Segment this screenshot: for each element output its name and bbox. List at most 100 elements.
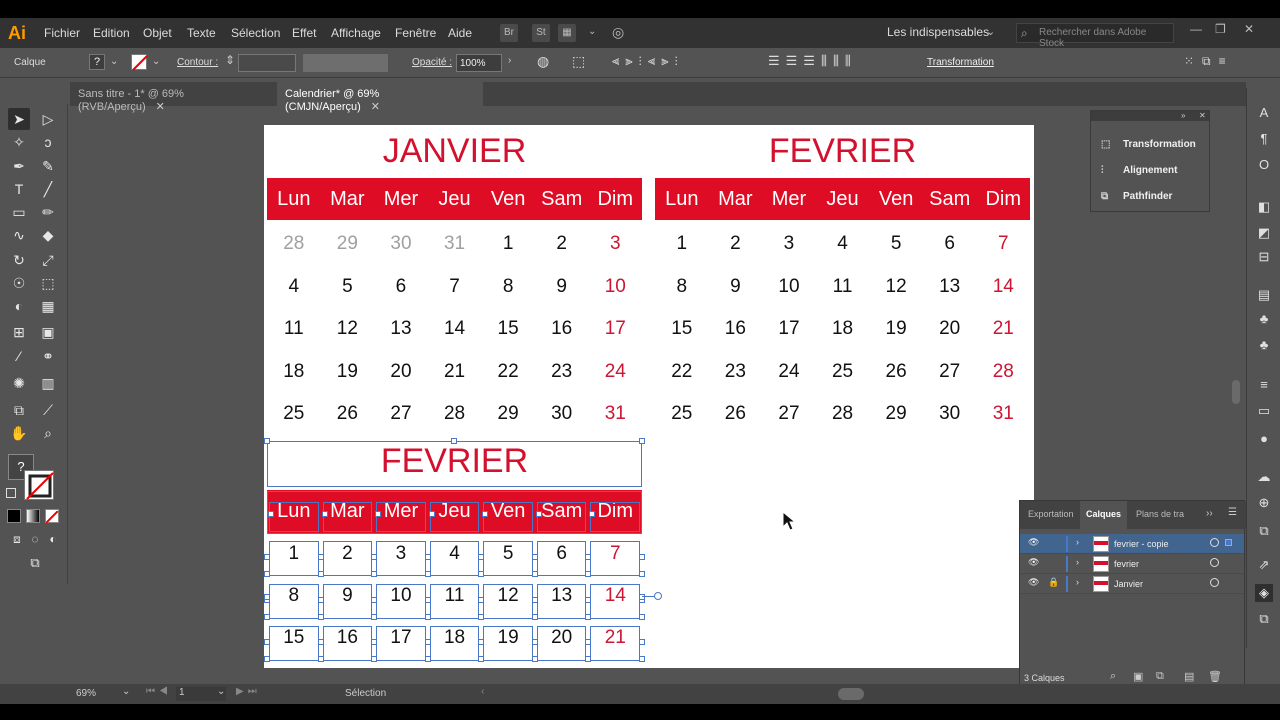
- tab-calques[interactable]: Calques: [1080, 501, 1128, 529]
- restore-button[interactable]: ❐: [1215, 22, 1226, 36]
- export-icon[interactable]: ⇗: [1255, 556, 1273, 574]
- stroke-color-swatch[interactable]: [24, 470, 54, 500]
- perspective-grid-icon[interactable]: ▦: [37, 295, 59, 317]
- free-transform-icon[interactable]: ⬚: [37, 272, 59, 294]
- close-window-button[interactable]: ✕: [1244, 22, 1254, 36]
- menu-effet[interactable]: Effet: [292, 26, 316, 40]
- none-mode-icon[interactable]: [45, 509, 59, 524]
- hand-tool-icon[interactable]: ✋: [8, 422, 30, 444]
- gpu-icon[interactable]: ◎: [612, 24, 624, 41]
- new-sublayer-icon[interactable]: ⧉: [1156, 670, 1164, 683]
- menu-objet[interactable]: Objet: [143, 26, 172, 40]
- stroke-swatch[interactable]: [131, 54, 148, 71]
- curvature-tool-icon[interactable]: ✎: [37, 155, 59, 177]
- distribute-icons[interactable]: ☰☰☰⫼⫼⫼: [768, 53, 857, 69]
- swatches-icon[interactable]: ⊟: [1255, 248, 1273, 266]
- contour-label[interactable]: Contour :: [177, 57, 218, 68]
- delete-layer-icon[interactable]: 🗑: [1208, 670, 1222, 683]
- opentype-icon[interactable]: O: [1255, 156, 1273, 174]
- rotation-handle[interactable]: [654, 592, 662, 600]
- lock-icon[interactable]: 🔒: [1048, 577, 1059, 588]
- visibility-eye-icon[interactable]: 👁: [1028, 557, 1039, 568]
- stroke-weight-field[interactable]: [238, 54, 296, 72]
- warp-tool-icon[interactable]: ☉: [8, 272, 30, 294]
- shape-builder-icon[interactable]: ◐: [8, 295, 30, 317]
- tab-calendrier[interactable]: Calendrier* @ 69% (CMJN/Aperçu) ✕: [277, 82, 483, 113]
- menu-edition[interactable]: Edition: [93, 26, 130, 40]
- gradient-panel-icon[interactable]: ◩: [1255, 224, 1273, 242]
- mesh-tool-icon[interactable]: ⊞: [8, 321, 30, 343]
- gradient-tool-icon[interactable]: ▣: [37, 321, 59, 343]
- visibility-eye-icon[interactable]: 👁: [1028, 577, 1039, 588]
- slice-tool-icon[interactable]: ⟋: [37, 399, 59, 421]
- status-arrow-icon[interactable]: ‹: [481, 686, 484, 697]
- chevron-down-icon[interactable]: ⌄: [588, 26, 596, 37]
- eraser-icon[interactable]: ◆: [37, 224, 59, 246]
- artboard-nav-next-icon[interactable]: ▶⏭: [236, 686, 261, 697]
- menu-selection[interactable]: Sélection: [231, 26, 280, 40]
- paintbrush-icon[interactable]: ✏: [37, 201, 59, 223]
- color-mode-icon[interactable]: [7, 509, 21, 523]
- rectangle-tool-icon[interactable]: ▭: [8, 201, 30, 223]
- select-similar-icon[interactable]: ⬚: [572, 53, 585, 70]
- transform-link[interactable]: Transformation: [927, 57, 994, 68]
- draw-inside-icon[interactable]: ◐: [42, 528, 64, 550]
- artboard-chevron-icon[interactable]: ⌄: [217, 686, 225, 697]
- layer-row[interactable]: 👁 › fevrier: [1020, 554, 1244, 574]
- new-layer-icon[interactable]: ▤: [1184, 670, 1194, 683]
- stroke-panel-icon[interactable]: ≡: [1255, 376, 1273, 394]
- clipping-mask-icon[interactable]: ▣: [1133, 670, 1143, 683]
- shaper-tool-icon[interactable]: ∿: [8, 224, 30, 246]
- opacity-arrow-icon[interactable]: ›: [508, 55, 511, 66]
- target-circle-icon[interactable]: [1210, 578, 1219, 587]
- stock-search-input[interactable]: ⌕ Rechercher dans Adobe Stock: [1016, 23, 1174, 49]
- workspace-switcher[interactable]: Les indispensables: [887, 25, 989, 39]
- default-colors-icon[interactable]: [6, 488, 16, 498]
- panel-item-pathfinder[interactable]: ⧉ Pathfinder: [1101, 191, 1172, 202]
- type-tool-icon[interactable]: T: [8, 178, 30, 200]
- eyedropper-icon[interactable]: ⁄: [8, 345, 30, 367]
- close-icon[interactable]: ✕: [156, 101, 165, 113]
- selection-tool-icon[interactable]: ➤: [8, 108, 30, 130]
- target-circle-icon[interactable]: [1210, 558, 1219, 567]
- variable-width-profile[interactable]: [303, 54, 388, 72]
- links-icon[interactable]: ⧉: [1255, 522, 1273, 540]
- panel-collapse-icon[interactable]: ››: [1206, 508, 1213, 519]
- expand-chevron-icon[interactable]: ›: [1076, 557, 1079, 567]
- menu-fenetre[interactable]: Fenêtre: [395, 26, 436, 40]
- horizontal-scrollbar-thumb[interactable]: [838, 688, 864, 700]
- menu-affichage[interactable]: Affichage: [331, 26, 381, 40]
- panel-item-alignement[interactable]: ⫶ Alignement: [1101, 165, 1177, 176]
- artboards-icon[interactable]: ⊕: [1255, 494, 1273, 512]
- fill-swatch[interactable]: ?: [89, 54, 105, 70]
- visibility-eye-icon[interactable]: 👁: [1028, 537, 1039, 548]
- layer-row[interactable]: 👁 › fevrier - copie: [1020, 534, 1244, 554]
- minimize-button[interactable]: —: [1190, 22, 1202, 36]
- expand-chevron-icon[interactable]: ›: [1076, 537, 1079, 547]
- menu-texte[interactable]: Texte: [187, 26, 216, 40]
- tab-sans-titre[interactable]: Sans titre - 1* @ 69% (RVB/Aperçu) ✕: [70, 82, 276, 113]
- artboards-panel-icon[interactable]: ⧉: [1255, 610, 1273, 628]
- fill-chevron-icon[interactable]: ⌄: [110, 56, 118, 67]
- line-tool-icon[interactable]: ╱: [37, 178, 59, 200]
- change-screen-mode-icon[interactable]: ⧉: [24, 552, 46, 574]
- panel-menu-icon[interactable]: ☰: [1228, 507, 1237, 518]
- scale-tool-icon[interactable]: ⤢: [37, 249, 59, 271]
- symbols-icon[interactable]: ♣: [1255, 310, 1273, 328]
- isolate-icons[interactable]: ⁙⧉≡: [1184, 54, 1234, 69]
- close-icon[interactable]: ✕: [371, 101, 380, 113]
- tab-plans-de-travail[interactable]: Plans de tra: [1136, 509, 1184, 519]
- panel-collapse-icon[interactable]: »: [1181, 111, 1185, 120]
- opacity-field[interactable]: 100%: [456, 54, 502, 72]
- graph-tool-icon[interactable]: ▥: [37, 372, 59, 394]
- opacity-label[interactable]: Opacité :: [412, 57, 452, 68]
- artboard-tool-icon[interactable]: ⧉: [8, 399, 30, 421]
- stock-icon[interactable]: St: [532, 24, 550, 42]
- panel-item-transformation[interactable]: ⬚ Transformation: [1101, 139, 1196, 150]
- zoom-chevron-icon[interactable]: ⌄: [122, 686, 130, 697]
- zoom-tool-icon[interactable]: ⌕: [37, 422, 59, 444]
- color-guide-icon[interactable]: ◧: [1255, 198, 1273, 216]
- menu-aide[interactable]: Aide: [448, 26, 472, 40]
- vertical-scrollbar-thumb[interactable]: [1232, 380, 1240, 404]
- calendar-fevrier-copie[interactable]: FEVRIER Lun Mar Mer Jeu Ven Sam Dim 1234…: [267, 441, 642, 668]
